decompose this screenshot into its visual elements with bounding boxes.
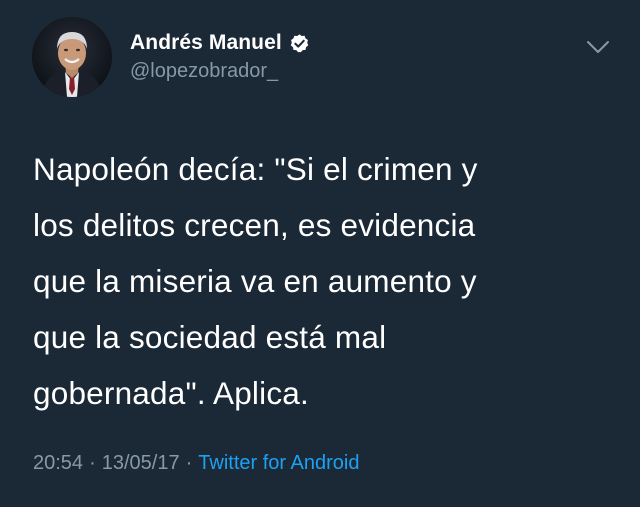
chevron-down-icon[interactable] [585, 37, 611, 57]
tweet-time: 20:54 [33, 452, 84, 474]
profile-photo-icon [32, 17, 112, 97]
tweet-card: Andrés Manuel @lopezobrador_ Napoleón de… [0, 0, 640, 507]
meta-separator: · [89, 452, 96, 474]
tweet-date: 13/05/17 [101, 452, 180, 474]
tweet-text: Napoleón decía: "Si el crimen y los deli… [33, 151, 478, 411]
display-name[interactable]: Andrés Manuel [130, 31, 282, 55]
tweet-source-link[interactable]: Twitter for Android [198, 452, 359, 475]
tweet-meta: 20:54 · 13/05/17 · Twitter for Android [33, 452, 359, 475]
avatar[interactable] [32, 17, 112, 97]
meta-separator: · [185, 452, 193, 474]
verified-badge-icon [289, 33, 310, 54]
author-name-row[interactable]: Andrés Manuel [130, 30, 310, 56]
user-handle[interactable]: @lopezobrador_ [130, 60, 278, 83]
